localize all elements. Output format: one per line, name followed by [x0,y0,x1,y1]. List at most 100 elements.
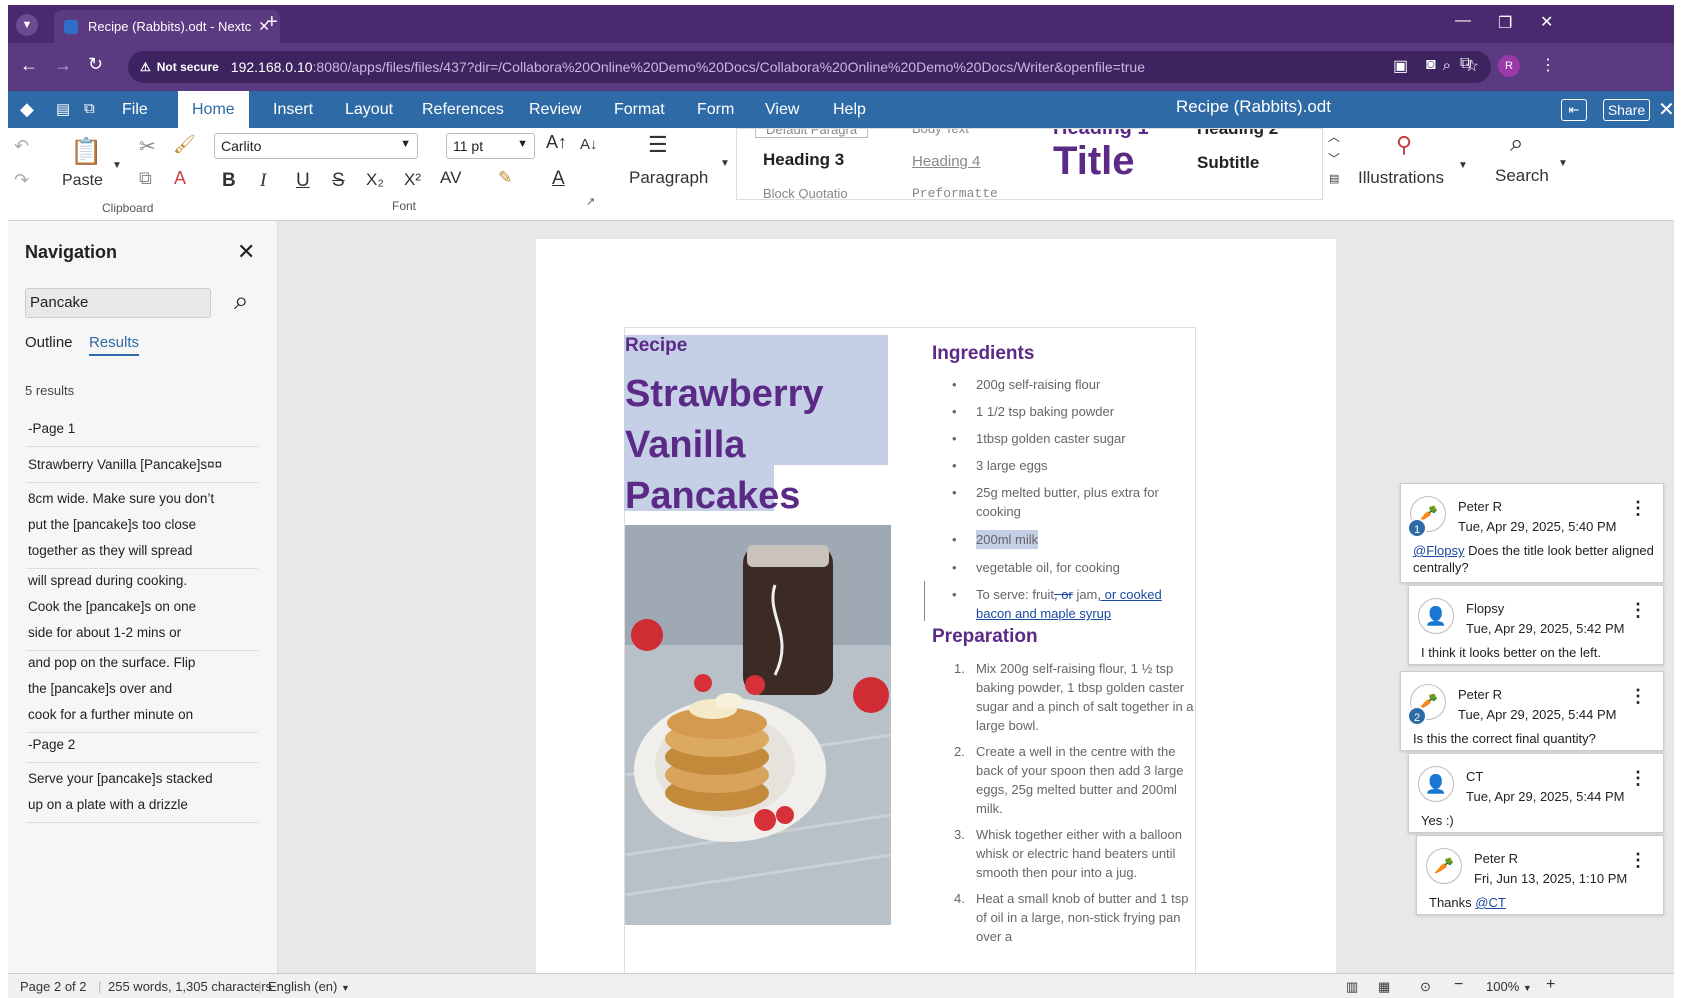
style-title[interactable]: Title [1053,139,1135,184]
mention-link[interactable]: @Flopsy [1413,543,1465,558]
camera-icon[interactable]: ◙ [1426,56,1436,74]
browser-tab[interactable]: Recipe (Rabbits).odt - Nextcloud ✕ [54,10,280,43]
reload-icon[interactable]: ↻ [88,54,103,75]
grow-font-icon[interactable]: A↑ [546,132,567,153]
comment-card[interactable]: 🥕 Peter R Fri, Jun 13, 2025, 1:10 PM Tha… [1416,835,1664,915]
paragraph-icon[interactable]: ☰ [648,132,668,158]
minimize-icon[interactable]: — [1455,12,1471,30]
menu-references[interactable]: References [412,91,514,128]
zoom-in-icon[interactable]: + [1546,976,1555,994]
underline-icon[interactable]: U [296,170,310,192]
tab-results[interactable]: Results [89,334,140,356]
mention-link[interactable]: @CT [1475,895,1506,910]
undo-icon[interactable]: ↶ [14,136,29,157]
italic-icon[interactable]: I [260,170,266,192]
browser-menu-icon[interactable]: ⋮ [1540,55,1556,75]
tab-outline[interactable]: Outline [25,334,73,351]
style-default-paragraph[interactable]: Default Paragra [755,129,869,138]
extension-icon[interactable]: ▣ [1393,56,1408,76]
preparation-heading[interactable]: Preparation [932,626,1038,648]
illustrations-dropdown-icon[interactable]: ▼ [1458,160,1468,171]
cut-icon[interactable]: ✂ [139,134,156,159]
comment-card[interactable]: 🥕 2 Peter R Tue, Apr 29, 2025, 5:44 PM I… [1400,671,1664,751]
font-color-icon[interactable]: A [552,168,565,190]
zoom-select[interactable]: 100% ▼ [1486,979,1532,994]
copy-icon[interactable]: ⧉ [139,168,152,189]
zoom-icon[interactable]: ⌕ [1443,57,1451,74]
profile-avatar[interactable]: R [1498,55,1520,77]
comment-card[interactable]: 👤 CT Tue, Apr 29, 2025, 5:44 PM Yes :) ⋮ [1408,753,1664,833]
paste-button[interactable]: Paste [62,172,103,190]
comment-card[interactable]: 🥕 1 Peter R Tue, Apr 29, 2025, 5:40 PM @… [1400,483,1664,583]
tab-search-icon[interactable]: ▼ [16,14,38,36]
comment-menu-icon[interactable]: ⋮ [1629,600,1647,621]
back-icon[interactable]: ← [20,55,38,76]
character-spacing-icon[interactable]: AV [440,168,461,188]
ingredients-heading[interactable]: Ingredients [932,343,1034,365]
open-in-new-icon[interactable]: ⧉ [84,100,95,117]
recipe-kicker[interactable]: Recipe [625,335,687,357]
result-item[interactable]: and pop on the surface. Flip the [pancak… [26,646,258,733]
new-tab-icon[interactable]: + [266,11,278,34]
puzzle-extensions-icon[interactable]: ⧉ [1460,55,1471,73]
sidebar-toggle-icon[interactable]: ⇤ [1561,99,1587,121]
comment-menu-icon[interactable]: ⋮ [1629,686,1647,707]
format-painter-icon[interactable]: 🖌 [173,134,196,155]
word-count[interactable]: 255 words, 1,305 characters [108,979,272,994]
shrink-font-icon[interactable]: A↓ [580,136,598,153]
comment-menu-icon[interactable]: ⋮ [1629,768,1647,789]
styles-scroll-down-icon[interactable]: ﹀ [1328,150,1340,167]
zoom-fit-icon[interactable]: ⊙ [1420,979,1431,995]
menu-home[interactable]: Home [178,91,249,128]
menu-insert[interactable]: Insert [263,91,323,128]
share-button[interactable]: Share [1603,99,1650,121]
document-canvas[interactable]: Recipe Strawberry Vanilla Pancakes Ingre… [278,221,1674,973]
menu-form[interactable]: Form [687,91,744,128]
menu-view[interactable]: View [755,91,809,128]
document-page[interactable]: Recipe Strawberry Vanilla Pancakes Ingre… [536,239,1336,973]
search-dropdown-icon[interactable]: ▼ [1558,158,1568,169]
close-navigation-icon[interactable]: ✕ [237,239,255,265]
strikethrough-icon[interactable]: S [332,170,345,192]
comment-card[interactable]: 👤 Flopsy Tue, Apr 29, 2025, 5:42 PM I th… [1408,585,1664,665]
result-item[interactable]: 8cm wide. Make sure you don’t put the [p… [26,482,258,569]
view-layout-icon[interactable]: ▥ [1346,979,1358,995]
comment-menu-icon[interactable]: ⋮ [1629,850,1647,871]
result-item[interactable]: Serve your [pancake]s stacked up on a pl… [26,762,258,823]
result-item[interactable]: will spread during cooking. Cook the [pa… [26,564,258,651]
close-window-icon[interactable]: ✕ [1540,12,1553,32]
menu-review[interactable]: Review [519,91,591,128]
restore-icon[interactable]: ❐ [1498,13,1512,33]
result-item[interactable]: -Page 2 [26,728,258,763]
style-block-quotation[interactable]: Block Quotatio [763,186,848,199]
menu-format[interactable]: Format [604,91,675,128]
address-bar[interactable]: ⚠ Not secure 192.168.0.10:8080/apps/files… [128,51,1491,83]
pancake-photo[interactable] [625,525,891,925]
document-title[interactable]: Recipe (Rabbits).odt [1176,91,1331,128]
multi-page-icon[interactable]: ▦ [1378,979,1390,995]
font-dialog-launcher-icon[interactable]: ↗ [586,195,595,208]
paragraph-dropdown-icon[interactable]: ▼ [720,158,730,169]
styles-scroll-up-icon[interactable]: ︿ [1328,128,1340,145]
style-heading-4[interactable]: Heading 4 [912,153,980,170]
menu-file[interactable]: File [112,91,158,128]
redo-icon[interactable]: ↷ [14,170,29,191]
recipe-title[interactable]: Strawberry Vanilla Pancakes [625,369,824,522]
search-icon[interactable]: ⌕ [1510,130,1523,158]
forward-icon[interactable]: → [54,55,72,76]
style-heading-2[interactable]: Heading 2 [1197,129,1278,139]
illustrations-button[interactable]: Illustrations [1358,168,1444,188]
clear-formatting-icon[interactable]: A [174,168,186,189]
navigation-search-icon[interactable]: ⌕ [234,285,249,317]
menu-layout[interactable]: Layout [335,91,403,128]
subscript-icon[interactable]: X₂ [366,170,384,190]
result-item[interactable]: -Page 1 [26,412,258,447]
font-size-select[interactable]: 11 pt ▼ [446,133,535,159]
illustrations-icon[interactable]: ⚲ [1396,132,1412,158]
font-name-select[interactable]: Carlito ▼ [214,133,418,159]
styles-expand-icon[interactable]: ▤ [1329,172,1339,185]
style-subtitle[interactable]: Subtitle [1197,153,1259,173]
bold-icon[interactable]: B [222,170,236,192]
superscript-icon[interactable]: X² [404,170,421,190]
result-item[interactable]: Strawberry Vanilla [Pancake]s¤¤ [26,448,258,483]
